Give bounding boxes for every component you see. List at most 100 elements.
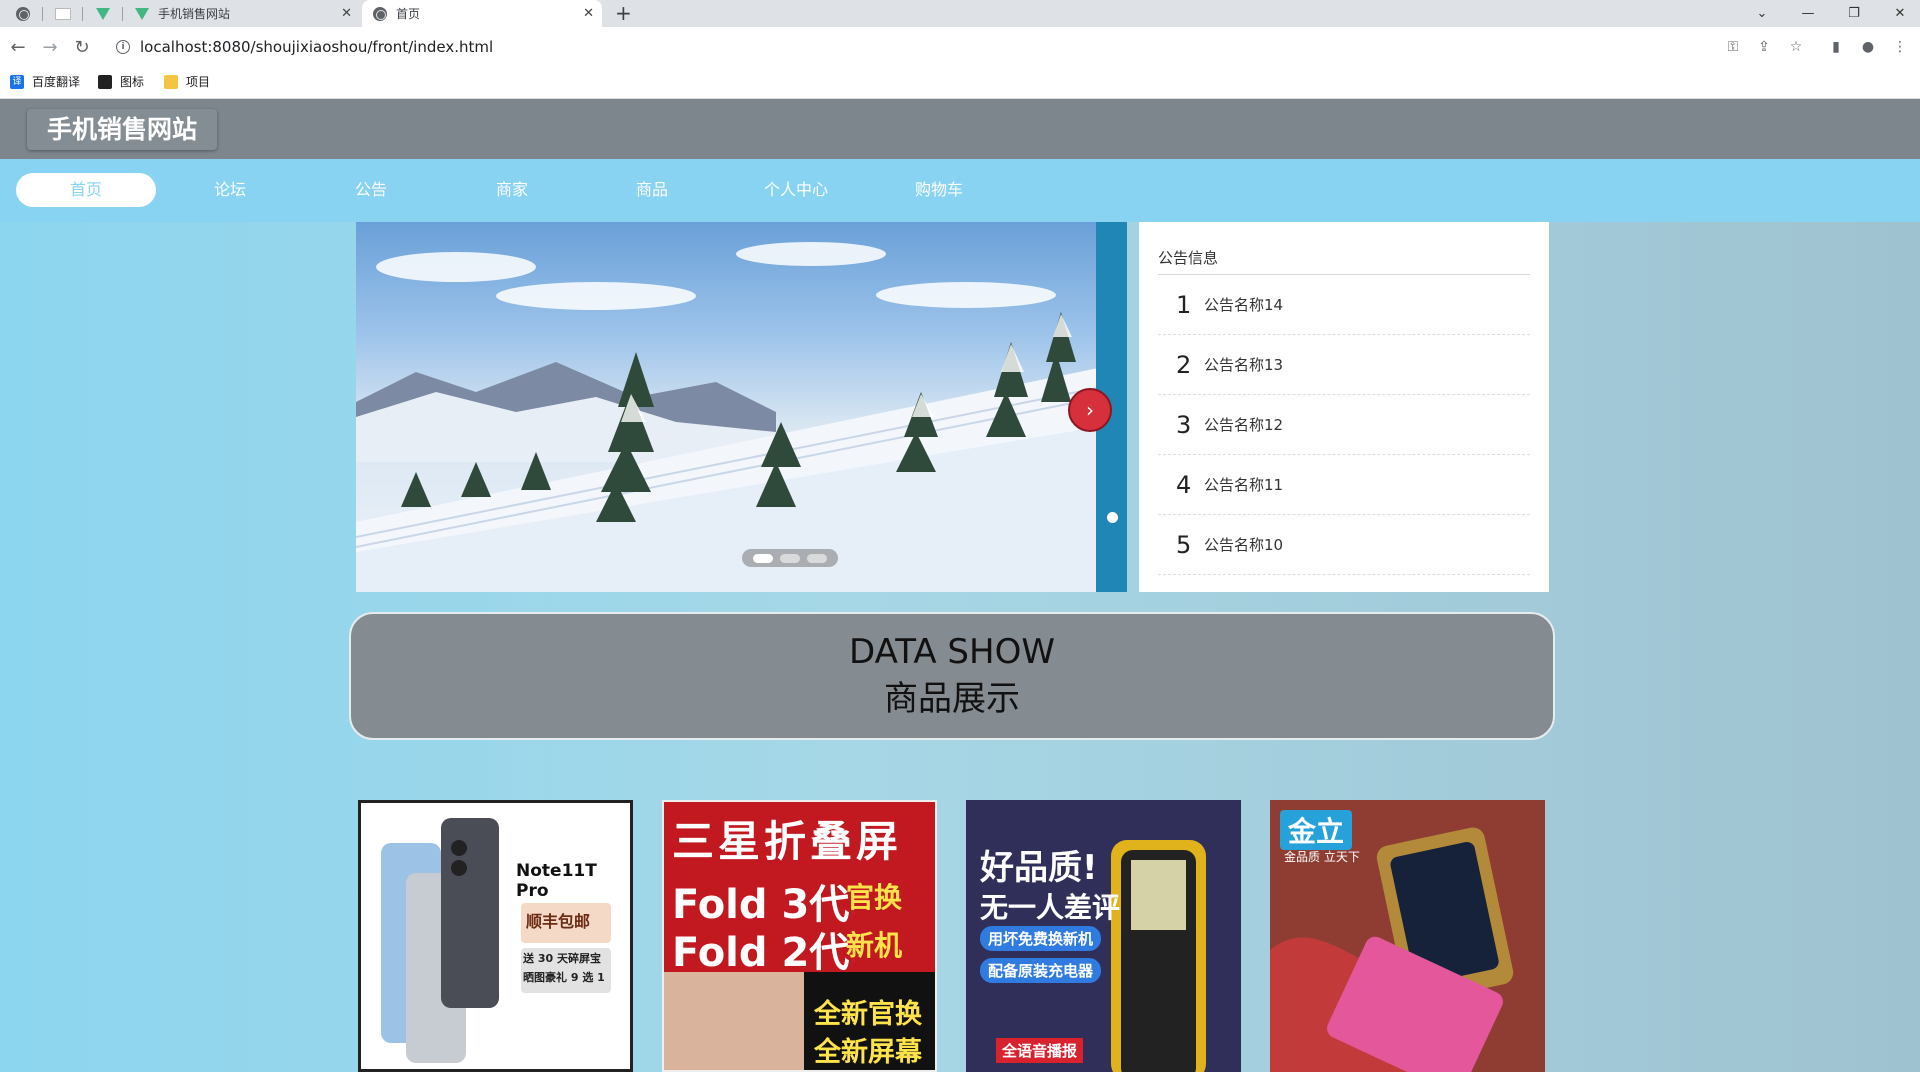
forward-button[interactable]: → <box>38 35 62 59</box>
notice-number: 3 <box>1176 410 1192 439</box>
phone-image <box>381 818 611 1063</box>
site-info-icon[interactable]: i <box>116 40 130 54</box>
notice-number: 4 <box>1176 470 1192 499</box>
product-text: Fold 2代 <box>672 930 850 976</box>
notice-title[interactable]: 公告名称13 <box>1204 354 1283 375</box>
globe-icon <box>16 6 30 21</box>
reload-button[interactable]: ↻ <box>70 35 94 59</box>
restore-button[interactable]: ❐ <box>1831 0 1877 27</box>
bookmark-label: 百度翻译 <box>32 75 81 89</box>
carousel-indicators <box>742 549 838 567</box>
key-icon[interactable]: ⚿ <box>1723 38 1743 56</box>
profile-avatar-icon[interactable]: ● <box>1858 38 1878 56</box>
product-text: 送 30 天碎屏宝 <box>523 952 601 965</box>
carousel[interactable]: › <box>356 222 1127 592</box>
side-panel-icon[interactable]: ▮ <box>1826 38 1846 56</box>
new-tab-button[interactable]: + <box>615 1 632 25</box>
tab-title: 手机销售网站 <box>158 7 231 21</box>
nav-item-merchant[interactable]: 商家 <box>442 173 582 207</box>
close-tab-icon[interactable]: ✕ <box>583 6 594 21</box>
translate-icon: 译 <box>10 74 24 89</box>
blank-page-icon <box>55 7 71 20</box>
tab-site[interactable]: 手机销售网站 ✕ <box>124 0 360 27</box>
notice-title[interactable]: 公告名称11 <box>1204 474 1283 495</box>
close-tab-icon[interactable]: ✕ <box>341 6 352 21</box>
notice-item[interactable]: 4 公告名称11 <box>1158 455 1530 515</box>
notice-item[interactable]: 3 公告名称12 <box>1158 395 1530 455</box>
vue-logo-icon <box>96 7 110 20</box>
carousel-dot[interactable] <box>780 553 800 563</box>
product-text: 配备原装充电器 <box>980 958 1102 983</box>
nav-item-forum[interactable]: 论坛 <box>160 173 300 207</box>
menu-kebab-icon[interactable]: ⋮ <box>1890 38 1910 56</box>
product-card[interactable]: 好品质! 无一人差评 用坏免费换新机 配备原装充电器 全语音播报 <box>966 800 1241 1072</box>
vue-logo-icon <box>134 6 150 22</box>
product-card[interactable]: 三星折叠屏 Fold 3代 Fold 2代 官换 新机 全新官换 全新屏幕 <box>662 800 937 1072</box>
carousel-dot[interactable] <box>753 553 773 563</box>
pinned-tab[interactable] <box>44 0 82 27</box>
product-text: 三星折叠屏 <box>672 817 903 866</box>
notice-title[interactable]: 公告名称14 <box>1204 294 1283 315</box>
bookmark-item[interactable]: 译 百度翻译 <box>10 73 80 90</box>
bookmark-item[interactable]: 图标 <box>98 73 144 90</box>
site-header: 手机销售网站 <box>0 99 1920 159</box>
notice-panel-title: 公告信息 <box>1158 247 1530 275</box>
share-icon[interactable]: ⇪ <box>1754 38 1774 56</box>
carousel-side-dot[interactable] <box>1107 512 1118 523</box>
notice-number: 2 <box>1176 350 1192 379</box>
section-title-en: DATA SHOW <box>849 632 1055 672</box>
nav-item-profile[interactable]: 个人中心 <box>726 173 866 207</box>
product-text: 晒图豪礼 9 选 1 <box>523 971 605 984</box>
image-icon <box>98 74 112 89</box>
product-text: 金品质 立天下 <box>1284 850 1360 864</box>
nav-item-products[interactable]: 商品 <box>582 173 722 207</box>
product-text: 无一人差评 <box>980 891 1121 924</box>
pinned-tab[interactable] <box>84 0 122 27</box>
url-text: localhost:8080/shoujixiaoshou/front/inde… <box>140 38 494 56</box>
nav-item-notice[interactable]: 公告 <box>301 173 441 207</box>
product-text: 全语音播报 <box>996 1038 1084 1063</box>
address-bar-row: ← → ↻ i localhost:8080/shoujixiaoshou/fr… <box>0 27 1920 67</box>
nav-item-cart[interactable]: 购物车 <box>869 173 1009 207</box>
close-window-button[interactable]: ✕ <box>1877 0 1920 27</box>
section-title-cn: 商品展示 <box>884 679 1020 719</box>
notice-title[interactable]: 公告名称12 <box>1204 414 1283 435</box>
carousel-next-button[interactable]: › <box>1068 388 1112 432</box>
snow-forest-illustration <box>356 312 1127 592</box>
carousel-dot[interactable] <box>807 553 827 563</box>
tab-title: 首页 <box>396 7 421 21</box>
notice-number: 1 <box>1176 290 1192 319</box>
notice-item[interactable]: 5 公告名称10 <box>1158 515 1530 575</box>
minimize-button[interactable]: — <box>1785 0 1831 27</box>
globe-icon <box>372 6 388 22</box>
notice-panel: 公告信息 1 公告名称14 2 公告名称13 3 公告名称12 4 公告名称11… <box>1139 222 1549 592</box>
folder-icon <box>164 74 178 89</box>
bookmark-star-icon[interactable]: ☆ <box>1786 38 1806 56</box>
product-text: 全新屏幕 <box>814 1037 922 1068</box>
bookmarks-bar: 译 百度翻译 图标 项目 <box>0 67 1920 99</box>
notice-item[interactable]: 1 公告名称14 <box>1158 275 1530 335</box>
product-card[interactable]: Note11T Pro 顺丰包邮 送 30 天碎屏宝 晒图豪礼 9 选 1 <box>358 800 633 1072</box>
url-field[interactable]: i localhost:8080/shoujixiaoshou/front/in… <box>108 32 1708 62</box>
phone-image <box>664 972 804 1070</box>
product-text: 用坏免费换新机 <box>980 926 1102 951</box>
product-text: 官换 <box>846 881 903 914</box>
back-button[interactable]: ← <box>6 35 30 59</box>
notice-item[interactable]: 2 公告名称13 <box>1158 335 1530 395</box>
section-header: DATA SHOW 商品展示 <box>349 612 1555 740</box>
nav-item-home[interactable]: 首页 <box>16 173 156 207</box>
site-title[interactable]: 手机销售网站 <box>27 109 218 150</box>
product-text: 好品质! <box>980 848 1098 888</box>
product-text: 顺丰包邮 <box>526 912 591 931</box>
product-card[interactable]: 金立 金品质 立天下 <box>1270 800 1545 1072</box>
notice-number: 5 <box>1176 530 1192 559</box>
pinned-tab[interactable] <box>4 0 42 27</box>
bookmark-label: 图标 <box>120 75 145 89</box>
notice-title[interactable]: 公告名称10 <box>1204 534 1283 555</box>
bookmark-item[interactable]: 项目 <box>164 73 210 90</box>
product-text: 新机 <box>846 929 903 962</box>
tab-search-icon[interactable]: ⌄ <box>1739 0 1785 27</box>
tab-home[interactable]: 首页 ✕ <box>362 0 602 27</box>
product-text: 全新官换 <box>814 999 922 1030</box>
bookmark-label: 项目 <box>186 75 211 89</box>
